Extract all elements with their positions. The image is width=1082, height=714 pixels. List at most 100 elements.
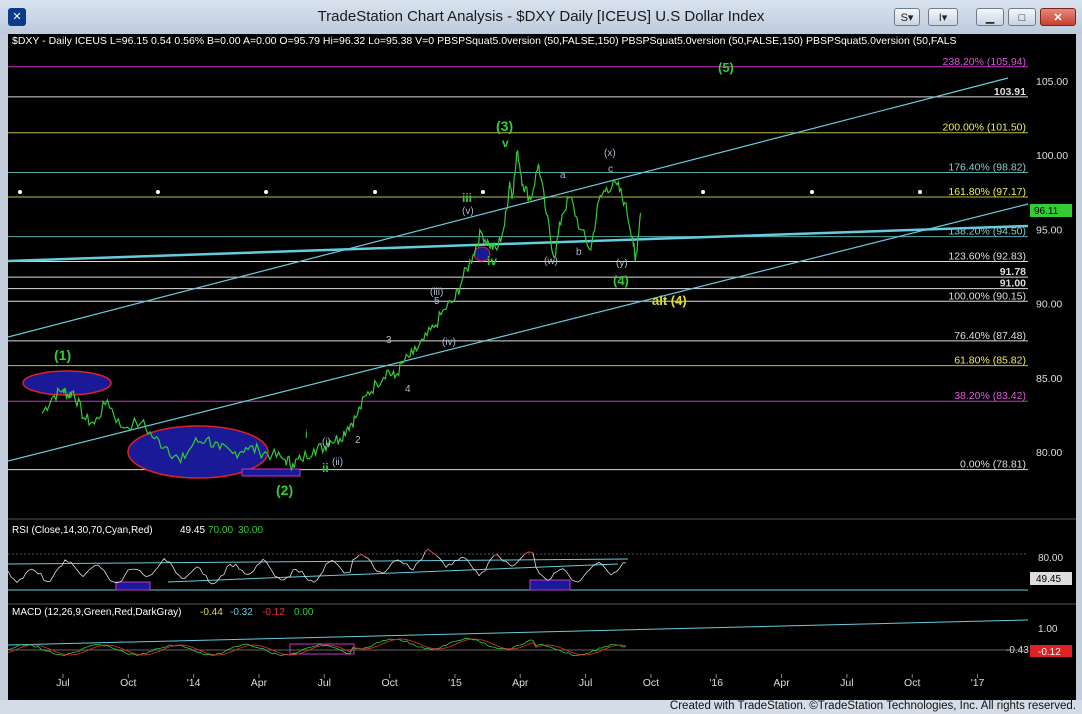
x-axis-tick: Jul: [318, 677, 331, 689]
dot-marker: [918, 190, 922, 194]
x-axis-tick: Oct: [381, 677, 397, 689]
wave-label: c: [608, 164, 613, 175]
wave-label: 5: [434, 296, 440, 307]
wave-label: 4: [405, 384, 411, 395]
y-axis-tick: 90.00: [1036, 299, 1062, 311]
wave-label: (5): [718, 60, 734, 75]
macd-value-4: 0.00: [294, 607, 314, 618]
rsi-box: [529, 579, 571, 591]
fib-level-label: 200.00% (101.50): [943, 122, 1026, 134]
macd-trendline: [8, 619, 1029, 646]
wave-label: (x): [604, 148, 616, 159]
dot-marker: [481, 190, 485, 194]
dot-marker: [810, 190, 814, 194]
title-bar[interactable]: ✕ TradeStation Chart Analysis - $DXY Dai…: [0, 0, 1082, 34]
y-axis-tick: 95.00: [1036, 224, 1062, 236]
wave-label: (3): [496, 118, 513, 134]
x-axis-tick: '14: [187, 677, 201, 689]
trendline-middle: [8, 224, 1029, 263]
y-axis-tick: 80.00: [1036, 447, 1062, 459]
fib-level-label: 238.20% (105.94): [943, 56, 1026, 68]
y-axis-tick: 105.00: [1036, 76, 1068, 88]
x-axis-tick: Apr: [512, 677, 529, 689]
wave-label: (1): [54, 347, 71, 363]
price-series: [41, 150, 642, 472]
x-axis-tick: Jul: [56, 677, 69, 689]
dot-marker: [373, 190, 377, 194]
i-button[interactable]: I▾: [928, 8, 958, 26]
x-axis-tick: Jul: [579, 677, 592, 689]
minimize-button[interactable]: ▁: [976, 8, 1004, 26]
rsi-last-label: 49.45: [1036, 574, 1061, 585]
wave-label: (i): [322, 437, 331, 448]
chart-area[interactable]: 105.00 100.00 95.00 90.00 85.00 80.00 Jul Oct '…: [8, 34, 1076, 700]
fib-levels: 238.20% (105.94) 103.91 200.00% (101.50) 17…: [8, 56, 1028, 471]
y-axis-panel: [1028, 34, 1076, 700]
i-button-label: I: [938, 12, 942, 24]
rsi-lower-value: 30.00: [238, 525, 263, 536]
y-axis-tick: 85.00: [1036, 373, 1062, 385]
fib-level-label: 91.00: [1000, 278, 1026, 290]
wave-label: ii: [322, 461, 329, 475]
fib-level-label: 76.40% (87.48): [954, 330, 1026, 342]
rsi-value: 49.45: [180, 525, 205, 536]
wave-label: (ii): [332, 457, 343, 468]
macd-last-label: -0.12: [1038, 647, 1061, 658]
macd-value-label: -0.43: [1006, 645, 1029, 656]
dot-marker: [264, 190, 268, 194]
macd-title: MACD (12,26,9,Green,Red,DarkGray): [12, 607, 182, 618]
wave-label: (y): [616, 258, 628, 269]
app-window: ✕ TradeStation Chart Analysis - $DXY Dai…: [0, 0, 1082, 714]
dot-marker: [18, 190, 22, 194]
wave-label: iv: [487, 254, 497, 268]
rsi-box: [115, 581, 151, 591]
rsi-panel: RSI (Close,14,30,70,Cyan,Red) 49.45 70.0…: [8, 525, 1072, 591]
macd-panel: MACD (12,26,9,Green,Red,DarkGray) -0.44 …: [8, 607, 1072, 658]
x-axis-ticks: Jul Oct '14 Apr Jul Oct '15 Apr Jul Oct '16 Apr Jul O…: [56, 674, 985, 689]
macd-value-2: -0.32: [230, 607, 253, 618]
chart-svg[interactable]: 105.00 100.00 95.00 90.00 85.00 80.00 Jul Oct '…: [8, 34, 1076, 700]
status-bar: Created with TradeStation. ©TradeStation…: [0, 700, 1082, 714]
wave-label: (v): [462, 206, 474, 217]
chart-header: $DXY - Daily ICEUS L=96.15 0.54 0.56% B=…: [12, 35, 957, 47]
copyright-text: Created with TradeStation. ©TradeStation…: [669, 700, 1076, 712]
rsi-overbought-line: [358, 548, 534, 558]
x-axis-tick: '15: [448, 677, 462, 689]
x-axis-tick: '17: [971, 677, 985, 689]
wave-label: (4): [613, 273, 629, 288]
x-axis-tick: Apr: [251, 677, 268, 689]
rsi-title: RSI (Close,14,30,70,Cyan,Red): [12, 525, 153, 536]
rsi-upper-value: 70.00: [208, 525, 233, 536]
macd-axis-tick: 1.00: [1038, 624, 1058, 635]
x-axis-tick: Apr: [773, 677, 790, 689]
x-axis-tick: '16: [709, 677, 723, 689]
fib-level-label: 0.00% (78.81): [960, 459, 1026, 471]
fib-level-label: 61.80% (85.82): [954, 355, 1026, 367]
maximize-button[interactable]: □: [1008, 8, 1036, 26]
wave-label: alt (4): [652, 293, 687, 308]
wave-label: iii: [462, 191, 472, 205]
fib-level-label: 161.80% (97.17): [948, 186, 1026, 198]
macd-value-3: -0.12: [262, 607, 285, 618]
wave-label: i: [305, 427, 308, 441]
fib-level-label: 123.60% (92.83): [948, 250, 1026, 262]
fib-level-label: 103.91: [994, 86, 1026, 98]
fib-level-label: 38.20% (83.42): [954, 390, 1026, 402]
rsi-axis-tick: 80.00: [1038, 553, 1063, 564]
fib-level-label: 100.00% (90.15): [948, 290, 1026, 302]
wave-label: v: [502, 136, 509, 150]
x-axis-tick: Oct: [120, 677, 136, 689]
wave-label: (w): [544, 256, 558, 267]
wave-label: 3: [386, 335, 392, 346]
fib-level-label: 176.40% (98.82): [948, 162, 1026, 174]
close-button[interactable]: ✕: [1040, 8, 1076, 26]
x-axis-tick: Jul: [840, 677, 853, 689]
x-axis-tick: Oct: [904, 677, 920, 689]
trendline-upper: [8, 77, 1009, 338]
s-button[interactable]: S▾: [894, 8, 920, 26]
fib-level-label: 91.78: [1000, 266, 1026, 278]
ellipse-wave1-top: [22, 370, 112, 396]
s-button-label: S: [900, 12, 908, 24]
last-price-label: 96.11: [1034, 206, 1059, 217]
wave-label: b: [576, 247, 582, 258]
